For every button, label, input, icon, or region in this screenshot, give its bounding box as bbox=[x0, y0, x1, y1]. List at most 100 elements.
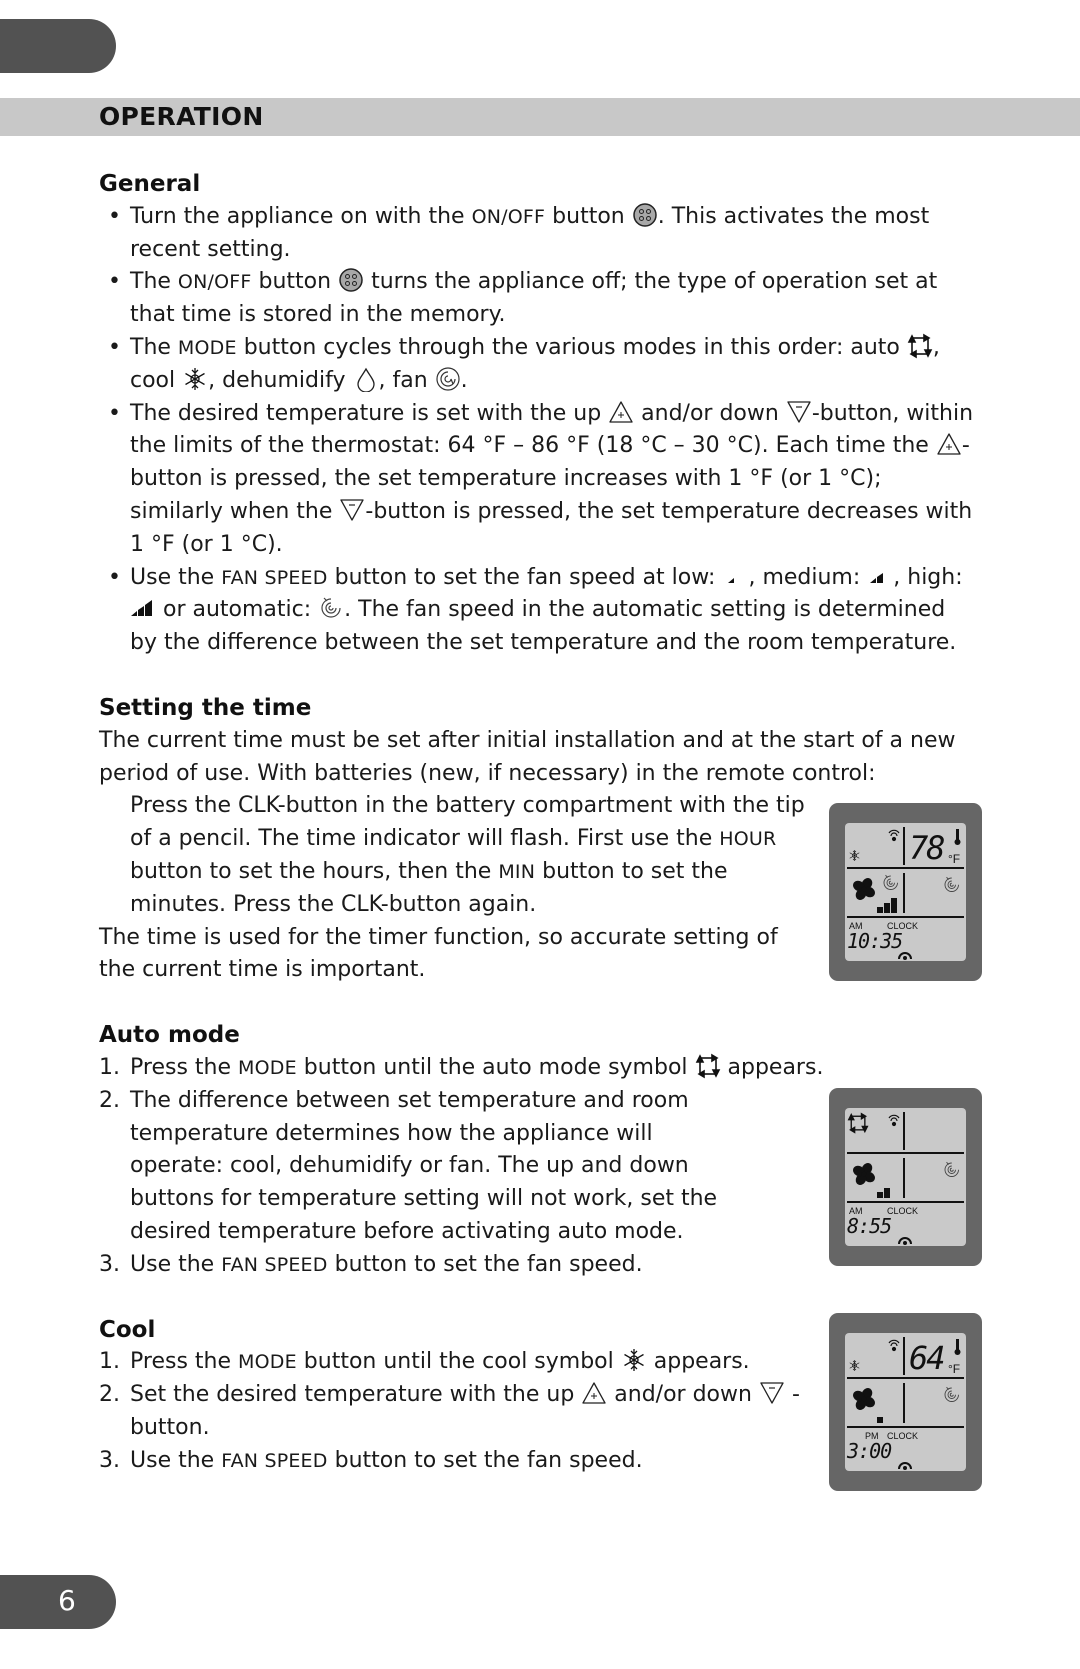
fan-speed-bar bbox=[877, 1192, 883, 1198]
lcd-temperature: 78 bbox=[909, 829, 944, 867]
text: Set the desired temperature with the up bbox=[130, 1382, 582, 1408]
ir-transmit-icon bbox=[898, 1237, 912, 1245]
cool-snowflake-icon bbox=[182, 366, 208, 392]
section-heading-auto-mode: Auto mode bbox=[99, 1022, 240, 1049]
step-number: 2. bbox=[99, 1382, 120, 1408]
lcd-clock-label: CLOCK bbox=[887, 1431, 918, 1441]
fan-high-icon bbox=[130, 595, 156, 621]
text: and/or down bbox=[634, 400, 786, 426]
lcd-graphic: 78 °FAM CLOCK10:35 bbox=[847, 827, 964, 960]
step-number: 3. bbox=[99, 1447, 120, 1473]
cool-snowflake-icon bbox=[849, 849, 860, 862]
hour-label: HOUR bbox=[719, 828, 777, 851]
text: The desired temperature is set with the … bbox=[130, 400, 609, 426]
list-item: The ON/OFF button turns the appliance of… bbox=[99, 266, 979, 332]
fan-medium-icon bbox=[867, 563, 893, 589]
thermometer-bulb bbox=[954, 839, 961, 845]
step-number: 1. bbox=[99, 1054, 120, 1080]
fan-speed-label: FAN SPEED bbox=[221, 1253, 328, 1276]
fan-speed-bar bbox=[884, 1188, 890, 1198]
page-number-tab: 6 bbox=[0, 1575, 116, 1629]
text: button to set the fan speed at low: bbox=[327, 564, 723, 590]
lcd-screen: 64 °F PM CLOCK 3:00 bbox=[845, 1333, 966, 1471]
min-label: MIN bbox=[498, 860, 536, 883]
page-number: 6 bbox=[58, 1584, 76, 1617]
swing-icon bbox=[944, 1161, 959, 1177]
fan-speed-bar bbox=[891, 898, 897, 913]
signal-icon bbox=[888, 1339, 900, 1352]
step-number: 1. bbox=[99, 1349, 120, 1375]
signal-icon bbox=[888, 829, 900, 842]
lcd-temp-unit: °F bbox=[948, 1362, 960, 1376]
list-item: 2. The difference between set temperature… bbox=[99, 1085, 750, 1249]
fan-speed-bar bbox=[877, 1417, 883, 1423]
text: button until the cool symbol bbox=[296, 1349, 621, 1375]
text: Press the bbox=[130, 1349, 238, 1375]
swing-icon bbox=[944, 876, 959, 892]
text: button bbox=[251, 269, 339, 295]
cool-snowflake-icon bbox=[849, 1359, 860, 1372]
fan-low-icon bbox=[722, 563, 748, 589]
text: button until the auto mode symbol bbox=[296, 1054, 695, 1080]
lcd-time: 8:55 bbox=[847, 1214, 891, 1238]
ir-transmit-icon bbox=[898, 1462, 912, 1470]
text: appears. bbox=[646, 1349, 750, 1375]
text: or automatic: bbox=[156, 597, 319, 623]
fan-blades-icon bbox=[853, 1388, 875, 1410]
mode-label: MODE bbox=[238, 1056, 297, 1079]
remote-lcd-display: 78 °F AM CLOCK 10:35 bbox=[829, 803, 982, 981]
fan-blades-icon bbox=[853, 1163, 875, 1185]
step-number: 3. bbox=[99, 1251, 120, 1277]
fan-icon bbox=[435, 366, 461, 392]
text: button to set the fan speed. bbox=[327, 1251, 643, 1277]
on-off-button-icon bbox=[338, 267, 364, 293]
lcd-time: 10:35 bbox=[847, 929, 902, 953]
list-item: 2. Set the desired temperature with the u… bbox=[99, 1379, 810, 1445]
setting-time-step: Press the CLK-button in the battery comp… bbox=[99, 790, 810, 921]
fan-blades-icon bbox=[853, 878, 875, 900]
down-button-icon bbox=[339, 497, 365, 523]
up-button-icon bbox=[581, 1380, 607, 1406]
lcd-time: 3:00 bbox=[846, 1439, 892, 1463]
section-heading-general: General bbox=[99, 171, 201, 197]
text: The bbox=[130, 334, 178, 360]
fan-speed-bars bbox=[877, 898, 897, 913]
up-button-icon bbox=[608, 399, 634, 425]
mode-label: MODE bbox=[238, 1351, 297, 1374]
cool-snowflake-icon bbox=[621, 1347, 647, 1373]
lcd-temperature: 64 bbox=[909, 1339, 944, 1377]
ir-transmit-icon bbox=[898, 952, 912, 960]
lcd-screen: 78 °F AM CLOCK 10:35 bbox=[845, 823, 966, 961]
fan-speed-bar bbox=[884, 903, 890, 913]
list-item: Turn the appliance on with the ON/OFF bu… bbox=[99, 201, 979, 267]
list-item: The MODE button cycles through the vario… bbox=[99, 332, 979, 398]
section-general: General Turn the appliance on with the O… bbox=[99, 168, 979, 660]
auto-mode-icon bbox=[695, 1053, 721, 1079]
text: , dehumidify bbox=[208, 367, 353, 393]
lcd-temp-unit: °F bbox=[948, 852, 960, 866]
auto-mode-icon bbox=[848, 1113, 869, 1134]
top-tab-decoration bbox=[0, 19, 116, 73]
lcd-screen: AM CLOCK 8:55 bbox=[845, 1108, 966, 1246]
auto-fan-icon bbox=[883, 874, 898, 890]
fan-speed-bar bbox=[877, 907, 883, 913]
text: button to set the fan speed. bbox=[327, 1447, 643, 1473]
fan-speed-bars bbox=[877, 1188, 890, 1198]
list-item: Use the FAN SPEED button to set the fan … bbox=[99, 562, 979, 660]
lcd-clock-label: CLOCK bbox=[887, 1206, 918, 1216]
text: Use the bbox=[130, 564, 222, 590]
text: Use the bbox=[130, 1251, 222, 1277]
section-title-band: OPERATION bbox=[0, 98, 1080, 136]
setting-time-intro: The current time must be set after initi… bbox=[99, 727, 956, 786]
swing-icon bbox=[944, 1386, 959, 1402]
text: Use the bbox=[130, 1447, 222, 1473]
fan-speed-label: FAN SPEED bbox=[221, 566, 328, 589]
text: , medium: bbox=[748, 564, 868, 590]
page-title: OPERATION bbox=[99, 102, 264, 131]
text: appears. bbox=[720, 1054, 824, 1080]
text: . bbox=[460, 367, 468, 393]
text: Press the CLK-button in the battery comp… bbox=[130, 793, 805, 852]
section-heading-setting-time: Setting the time bbox=[99, 694, 312, 721]
down-button-icon bbox=[786, 399, 812, 425]
fan-speed-label: FAN SPEED bbox=[221, 1449, 328, 1472]
